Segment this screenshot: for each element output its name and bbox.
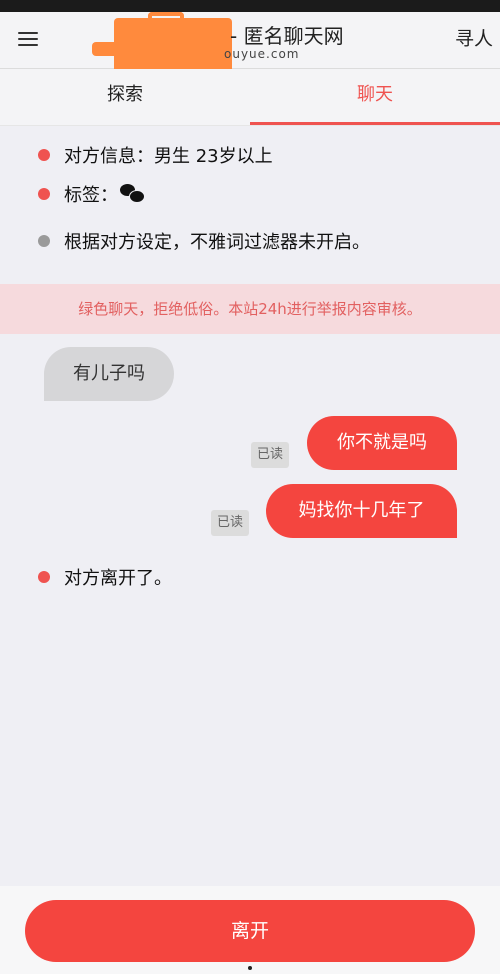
tab-bar: 探索 聊天 [0, 69, 500, 126]
tab-chat-label: 聊天 [357, 84, 393, 105]
read-status-badge: 已读 [251, 442, 290, 468]
partner-info-text: 对方信息：男生 23岁以上 [64, 146, 273, 167]
filter-notice: 根据对方设定，不雅词过滤器未开启。 [38, 228, 370, 258]
partner-left-notice: 对方离开了。 [38, 564, 172, 594]
hamburger-icon-line [18, 44, 38, 46]
bottom-bar: 离开 [0, 886, 500, 974]
tab-explore[interactable]: 探索 [0, 69, 250, 125]
bullet-dot-icon [38, 571, 50, 583]
partner-tags: 标签： [38, 181, 145, 211]
filter-notice-text: 根据对方设定，不雅词过滤器未开启。 [64, 232, 370, 253]
message-bubble-received: 有儿子吗 [44, 347, 174, 401]
tags-label: 标签： [64, 185, 118, 206]
tab-chat[interactable]: 聊天 [250, 69, 500, 125]
partner-info: 对方信息：男生 23岁以上 [38, 142, 273, 172]
wechat-icon [120, 184, 145, 204]
moderation-banner: 绿色聊天，拒绝低俗。本站24h进行举报内容审核。 [0, 284, 500, 334]
find-person-button[interactable]: 寻人 [455, 24, 493, 51]
hamburger-icon-line [18, 38, 38, 40]
status-bar [0, 0, 500, 12]
partner-left-text: 对方离开了。 [64, 568, 172, 589]
app-header: - 匿名聊天网 ouyue.com 寻人 [0, 12, 500, 80]
menu-button[interactable] [16, 29, 40, 49]
leave-button[interactable]: 离开 [25, 900, 475, 962]
bullet-dot-icon [38, 235, 50, 247]
site-title: - 匿名聊天网 [230, 24, 344, 48]
message-bubble-sent: 妈找你十几年了 [266, 484, 457, 538]
site-url: ouyue.com [224, 47, 300, 61]
bullet-dot-icon [38, 188, 50, 200]
home-indicator [248, 966, 252, 970]
hamburger-icon [18, 32, 38, 34]
bullet-dot-icon [38, 149, 50, 161]
message-bubble-sent: 你不就是吗 [307, 416, 457, 470]
read-status-badge: 已读 [211, 510, 250, 536]
active-tab-indicator [250, 122, 500, 125]
